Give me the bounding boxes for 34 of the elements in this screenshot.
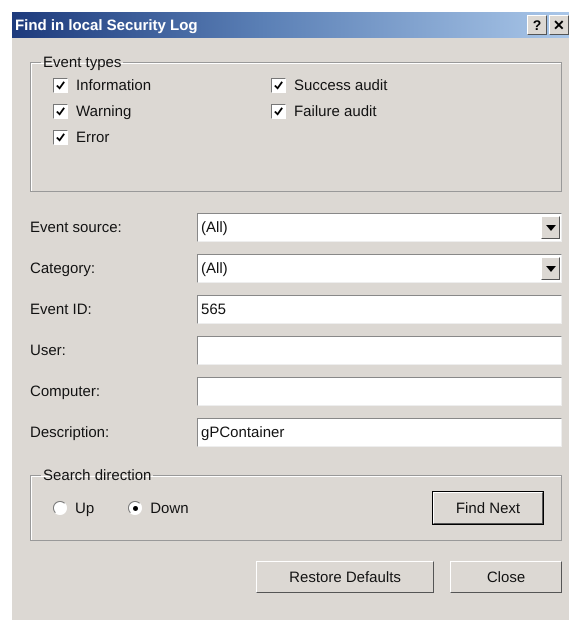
input-field[interactable]: 565 (197, 295, 562, 324)
radio-label: Down (150, 500, 189, 516)
checkbox-label: Error (76, 129, 110, 146)
find-next-button[interactable]: Find Next (433, 492, 543, 524)
checkbox[interactable] (271, 78, 286, 93)
field-label: Event source: (30, 219, 123, 236)
checkbox[interactable] (53, 130, 68, 145)
help-button[interactable]: ? (527, 15, 547, 35)
close-dialog-button[interactable]: Close (450, 561, 562, 593)
checkbox-label: Success audit (294, 77, 388, 94)
input-field[interactable]: gPContainer (197, 418, 562, 447)
checkbox[interactable] (271, 104, 286, 119)
group-label: Search direction (42, 467, 152, 484)
dropdown[interactable]: (All) (197, 213, 562, 242)
field-label: User: (30, 342, 67, 359)
input-field[interactable] (197, 336, 562, 365)
checkbox[interactable] (53, 104, 68, 119)
field-label: Description: (30, 424, 110, 441)
radio-label: Up (75, 500, 94, 516)
checkbox-label: Warning (76, 103, 132, 120)
checkbox[interactable] (53, 78, 68, 93)
radio-button[interactable] (128, 501, 142, 515)
field-label: Event ID: (30, 301, 93, 318)
window-title: Find in local Security Log (15, 16, 198, 34)
field-label: Computer: (30, 383, 102, 400)
restore-defaults-button[interactable]: Restore Defaults (256, 561, 434, 593)
input-field[interactable] (197, 377, 562, 406)
close-button[interactable]: ✕ (549, 15, 569, 35)
checkbox-label: Information (76, 77, 152, 94)
checkbox-label: Failure audit (294, 103, 377, 120)
field-label: Category: (30, 260, 96, 277)
group-label: Event types (42, 54, 122, 71)
radio-button[interactable] (53, 501, 67, 515)
dropdown[interactable]: (All) (197, 254, 562, 283)
